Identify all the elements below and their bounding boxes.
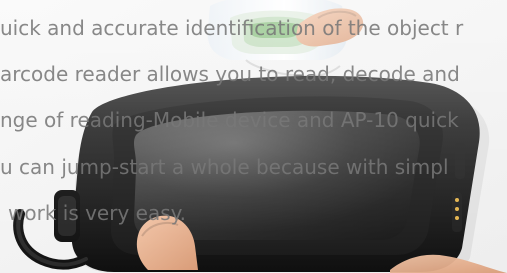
overlay-caption: uick and accurate identification of the … <box>0 10 507 225</box>
caption-line-2: arcode reader allows you to read, decode… <box>0 62 460 86</box>
caption-line-3: nge of reading-Mobile device and AP-10 q… <box>0 108 459 132</box>
product-photo-frame: uick and accurate identification of the … <box>0 0 507 273</box>
caption-line-5: work is very easy. <box>8 201 186 225</box>
caption-line-4: u can jump-start a whole because with si… <box>0 155 449 179</box>
caption-line-1: uick and accurate identification of the … <box>0 16 464 40</box>
